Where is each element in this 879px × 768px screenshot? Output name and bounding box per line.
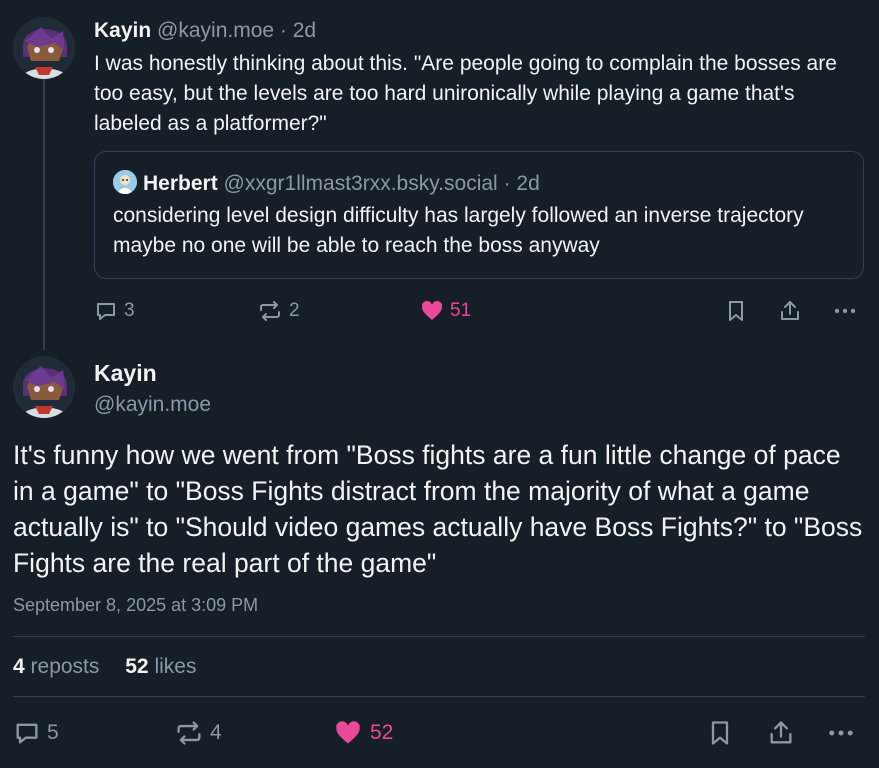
bookmark-button[interactable] (706, 719, 734, 747)
author-name[interactable]: Kayin (94, 19, 151, 42)
quoted-post-age: · 2d (503, 172, 540, 195)
share-icon (781, 301, 799, 320)
main-post-header: Kayin @kayin.moe (94, 356, 211, 420)
reply-post[interactable]: Kayin @kayin.moe · 2d I was honestly thi… (94, 16, 869, 139)
quoted-post-header: Herbert @xxgr1llmast3rxx.bsky.social · 2… (113, 169, 540, 199)
reposts-stat[interactable]: 4 reposts (13, 655, 99, 678)
bookmark-icon (711, 721, 729, 745)
bookmark-icon (729, 301, 743, 321)
divider (13, 696, 865, 697)
author-name[interactable]: Kayin (94, 356, 211, 390)
bookmark-button[interactable] (724, 299, 748, 323)
likes-stat-label: likes (154, 655, 197, 678)
reply-count: 3 (124, 300, 135, 321)
more-icon (829, 730, 853, 736)
likes-stat[interactable]: 52 likes (125, 655, 196, 678)
like-count: 52 (370, 721, 394, 744)
reposts-stat-count: 4 (13, 655, 25, 678)
post-timestamp: September 8, 2025 at 3:09 PM (13, 595, 259, 615)
post-text: It's funny how we went from "Boss fights… (13, 440, 863, 578)
heart-icon (421, 300, 443, 320)
repost-button[interactable]: 4 (174, 719, 222, 747)
quoted-avatar (113, 170, 137, 194)
repost-count: 2 (289, 300, 300, 321)
repost-icon (260, 301, 280, 321)
share-button[interactable] (767, 719, 795, 747)
post-text: I was honestly thinking about this. "Are… (94, 52, 837, 135)
like-button[interactable]: 52 (334, 719, 393, 747)
reply-post-header: Kayin @kayin.moe · 2d (94, 16, 869, 46)
more-icon (834, 308, 856, 314)
like-button[interactable]: 51 (420, 299, 471, 323)
more-options-button[interactable] (832, 299, 858, 323)
author-handle[interactable]: @kayin.moe (157, 19, 274, 42)
reposts-stat-label: reposts (30, 655, 100, 678)
divider (13, 636, 865, 637)
reply-count: 5 (47, 721, 59, 744)
quoted-post[interactable]: Herbert @xxgr1llmast3rxx.bsky.social · 2… (94, 151, 864, 279)
like-count: 51 (450, 300, 472, 321)
repost-button[interactable]: 2 (257, 299, 300, 323)
share-button[interactable] (778, 299, 802, 323)
heart-icon (336, 721, 360, 744)
quoted-post-text: considering level design difficulty has … (113, 204, 804, 257)
repost-icon (177, 721, 201, 745)
reply-icon (16, 723, 38, 744)
avatar[interactable] (13, 356, 75, 418)
more-options-button[interactable] (826, 719, 856, 747)
thread-line (43, 78, 45, 350)
share-icon (770, 721, 792, 744)
likes-stat-count: 52 (125, 655, 149, 678)
repost-count: 4 (210, 721, 222, 744)
avatar[interactable] (13, 17, 75, 79)
author-handle[interactable]: @kayin.moe (94, 390, 211, 420)
reply-button[interactable]: 3 (94, 299, 135, 323)
reply-icon (97, 303, 115, 320)
reply-post-actions: 3 2 51 (94, 296, 864, 326)
quoted-author-handle: @xxgr1llmast3rxx.bsky.social (223, 172, 498, 195)
post-age: · 2d (279, 19, 317, 42)
quoted-author-name: Herbert (143, 172, 218, 195)
reply-button[interactable]: 5 (13, 719, 59, 747)
post-stats: 4 reposts 52 likes (13, 653, 196, 681)
main-post-actions: 5 4 52 (13, 718, 865, 748)
